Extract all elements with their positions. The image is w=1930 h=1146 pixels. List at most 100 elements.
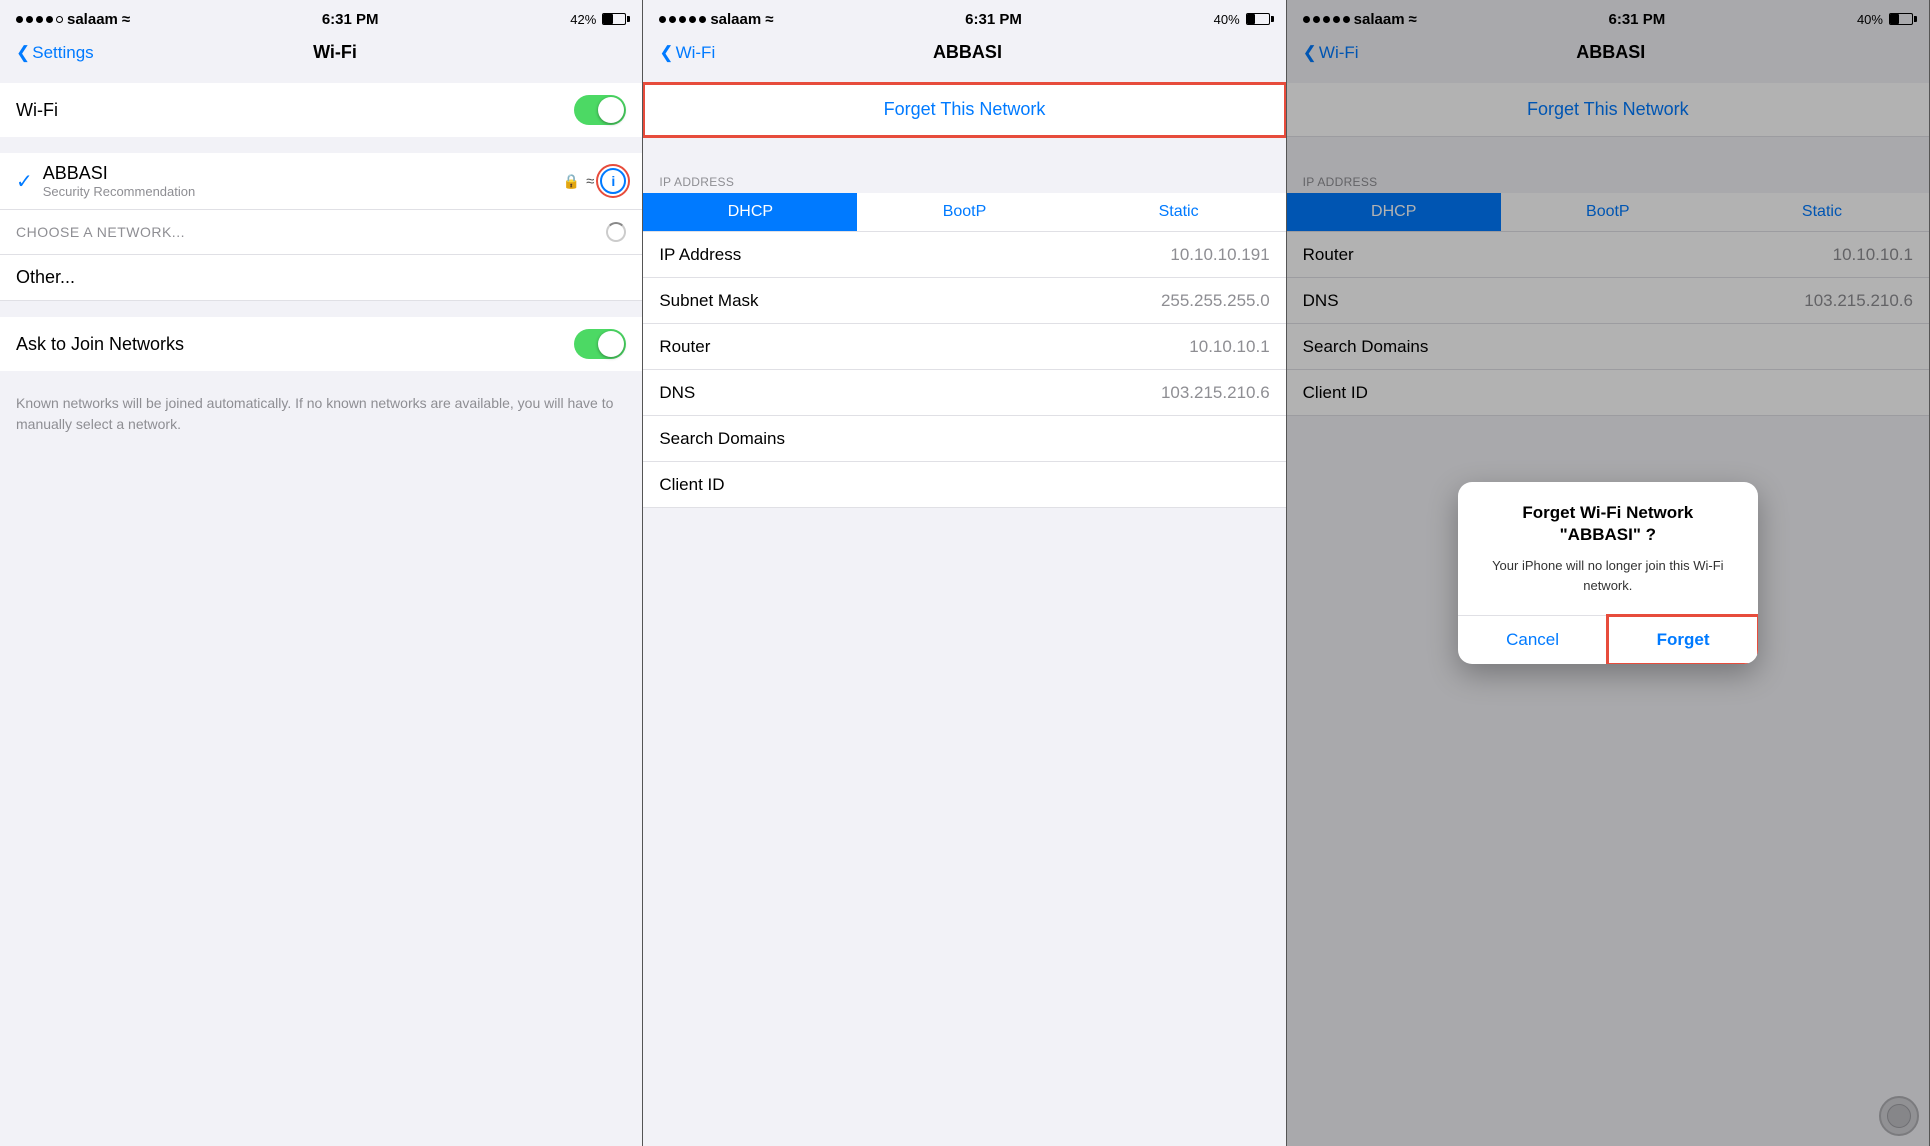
battery-icon-1 [602,13,626,25]
carrier-2: salaam [710,11,761,28]
battery-pct-1: 42% [570,12,596,27]
connected-network-group: ✓ ABBASI Security Recommendation 🔒 ≈ i C… [0,153,642,301]
signal-dots-1 [16,16,63,23]
wifi-icon-1: ≈ [122,11,130,28]
wifi-toggle[interactable] [574,95,626,125]
status-left-1: salaam ≈ [16,11,130,28]
other-label: Other... [16,267,75,287]
status-bar-2: salaam ≈ 6:31 PM 40% [643,0,1285,36]
dhcp-segment[interactable]: DHCP [643,193,857,231]
dot5 [56,16,63,23]
back-button-1[interactable]: ❮ Settings [16,43,94,63]
nav-bar-2: ❮ Wi-Fi ABBASI [643,36,1285,71]
battery-pct-2: 40% [1214,12,1240,27]
battery-icon-2 [1246,13,1270,25]
cancel-button[interactable]: Cancel [1458,616,1609,664]
page-title-1: Wi-Fi [94,42,577,63]
dns-label: DNS [659,383,1161,403]
gray-gap-3 [643,153,1285,165]
dot3-2 [679,16,686,23]
subnet-mask-row: Subnet Mask 255.255.255.0 [643,278,1285,324]
lock-icon: 🔒 [563,173,580,190]
panel-abbasi-dialog: salaam ≈ 6:31 PM 40% ❮ Wi-Fi ABBASI Forg… [1287,0,1930,1146]
nav-bar-1: ❮ Settings Wi-Fi [0,36,642,71]
ip-address-row: IP Address 10.10.10.191 [643,232,1285,278]
checkmark-icon: ✓ [16,169,33,194]
client-id-label: Client ID [659,475,1269,495]
dns-value: 103.215.210.6 [1161,383,1270,403]
wifi-toggle-thumb [598,97,624,123]
dialog-buttons: Cancel Forget [1458,615,1758,664]
gray-gap-2 [643,71,1285,83]
other-network-item[interactable]: Other... [0,255,642,301]
info-button[interactable]: i [600,168,626,194]
gray-gap-1 [0,71,642,83]
router-row: Router 10.10.10.1 [643,324,1285,370]
wifi-toggle-group: Wi-Fi [0,83,642,137]
back-label-1: Settings [32,43,93,63]
static-segment[interactable]: Static [1072,193,1286,231]
abbasi-network-item[interactable]: ✓ ABBASI Security Recommendation 🔒 ≈ i [0,153,642,210]
ask-join-item[interactable]: Ask to Join Networks [0,317,642,371]
info-icon: i [611,173,615,189]
wifi-toggle-item[interactable]: Wi-Fi [0,83,642,137]
status-bar-1: salaam ≈ 6:31 PM 42% [0,0,642,36]
security-rec: Security Recommendation [43,184,563,199]
forget-network-group: Forget This Network [643,83,1285,137]
router-value: 10.10.10.1 [1189,337,1269,357]
ip-address-label: IP Address [659,245,1170,265]
dot4 [46,16,53,23]
page-title-2: ABBASI [715,42,1219,63]
ask-join-description: Known networks will be joined automatica… [0,387,642,435]
client-id-row: Client ID [643,462,1285,508]
dot3 [36,16,43,23]
panel-abbasi-settings: salaam ≈ 6:31 PM 40% ❮ Wi-Fi ABBASI Forg… [643,0,1286,1146]
subnet-mask-value: 255.255.255.0 [1161,291,1270,311]
dot4-2 [689,16,696,23]
status-left-2: salaam ≈ [659,11,773,28]
time-2: 6:31 PM [965,11,1022,28]
signal-icon: ≈ [586,173,594,190]
choose-network-label: CHOOSE A NETWORK... [16,224,606,240]
ip-segment-control: DHCP BootP Static [643,193,1285,232]
search-domains-label: Search Domains [659,429,1269,449]
search-domains-row: Search Domains [643,416,1285,462]
forget-network-label: Forget This Network [884,99,1046,120]
ip-address-value: 10.10.10.191 [1170,245,1269,265]
back-button-2[interactable]: ❮ Wi-Fi [659,43,715,63]
bootp-segment[interactable]: BootP [857,193,1071,231]
wifi-label: Wi-Fi [16,100,574,121]
back-chevron-1: ❮ [16,43,30,63]
dialog-content: Forget Wi-Fi Network"ABBASI" ? Your iPho… [1458,482,1758,615]
dot2-2 [669,16,676,23]
abbasi-label-group: ABBASI Security Recommendation [43,163,563,199]
subnet-mask-label: Subnet Mask [659,291,1161,311]
dns-row: DNS 103.215.210.6 [643,370,1285,416]
ask-join-label: Ask to Join Networks [16,334,574,355]
ip-rows-group: IP Address 10.10.10.191 Subnet Mask 255.… [643,232,1285,508]
ip-address-header-2: IP ADDRESS [643,165,1285,193]
choose-network-item: CHOOSE A NETWORK... [0,210,642,255]
time-1: 6:31 PM [322,11,379,28]
wifi-icon-2: ≈ [765,11,773,28]
ask-join-thumb [598,331,624,357]
forget-dialog: Forget Wi-Fi Network"ABBASI" ? Your iPho… [1458,482,1758,664]
router-label: Router [659,337,1189,357]
dialog-title: Forget Wi-Fi Network"ABBASI" ? [1474,502,1742,546]
forget-button[interactable]: Forget [1608,616,1758,664]
back-chevron-2: ❮ [659,43,673,63]
forget-network-button[interactable]: Forget This Network [643,83,1285,137]
abbasi-icons: 🔒 ≈ i [563,168,627,194]
signal-dots-2 [659,16,706,23]
forget-dialog-overlay: Forget Wi-Fi Network"ABBASI" ? Your iPho… [1287,0,1929,1146]
ask-join-toggle[interactable] [574,329,626,359]
status-right-2: 40% [1214,12,1270,27]
dialog-message: Your iPhone will no longer join this Wi-… [1474,556,1742,595]
abbasi-name: ABBASI [43,163,563,184]
panel-wifi-settings: salaam ≈ 6:31 PM 42% ❮ Settings Wi-Fi Wi… [0,0,643,1146]
back-label-2: Wi-Fi [676,43,716,63]
battery-fill-2 [1247,14,1256,24]
ask-join-group: Ask to Join Networks [0,317,642,371]
dot1-2 [659,16,666,23]
carrier-1: salaam [67,11,118,28]
